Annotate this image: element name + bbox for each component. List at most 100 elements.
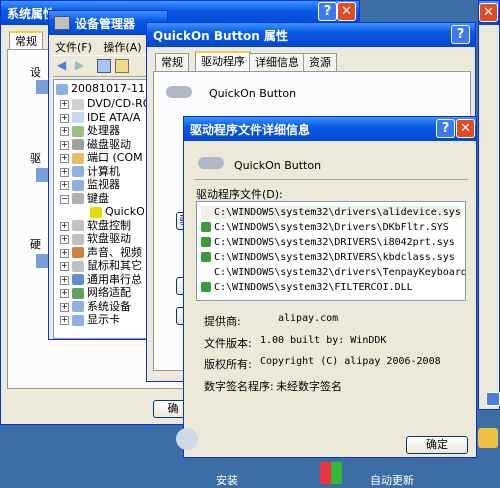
tree-item-label: IDE ATA/A <box>87 110 141 124</box>
forward-icon[interactable]: ▶ <box>75 58 84 72</box>
drivers-group-label: 驱 <box>30 152 41 165</box>
expand-icon[interactable]: + <box>60 302 69 312</box>
driver-files-list[interactable]: C:\WINDOWS\system32\drivers\alidevice.sy… <box>196 201 466 301</box>
back-icon[interactable]: ◀ <box>57 58 66 72</box>
expand-icon[interactable]: + <box>60 100 69 109</box>
device-category-icon <box>72 301 84 312</box>
driver-file-row[interactable]: C:\WINDOWS\system32\Drivers\DKbFltr.SYS <box>201 221 449 234</box>
device-category-icon <box>72 287 84 299</box>
user-accounts-icon[interactable] <box>478 428 498 448</box>
signed-check-icon <box>201 282 211 292</box>
expand-icon[interactable]: + <box>60 154 69 163</box>
tree-item[interactable]: + 通用串行总 <box>60 273 142 287</box>
driver-file-path: C:\WINDOWS\system32\FILTERCOI.DLL <box>214 282 413 293</box>
driver-file-path: C:\WINDOWS\system32\DRIVERS\kbdclass.sys <box>214 252 455 263</box>
expand-icon[interactable]: + <box>60 262 69 271</box>
driver-file-path: C:\WINDOWS\system32\drivers\TenpayKeyboa… <box>214 267 466 278</box>
collapse-icon[interactable]: − <box>60 194 69 204</box>
tree-item[interactable]: + 显示卡 <box>60 313 120 327</box>
expand-icon[interactable]: + <box>60 316 69 325</box>
signed-check-icon <box>201 237 211 247</box>
tab-details[interactable]: 详细信息 <box>249 53 305 71</box>
tree-item[interactable]: + 软盘驱动 <box>60 232 131 246</box>
device-category-icon <box>72 98 84 110</box>
tree-item-label: 磁盘驱动 <box>87 137 131 151</box>
driver-file-path: C:\WINDOWS\system32\drivers\alidevice.sy… <box>214 207 461 218</box>
tree-item-label: 端口 (COM <box>87 151 143 164</box>
properties-icon[interactable] <box>97 59 111 73</box>
view-icon[interactable] <box>115 59 129 73</box>
device-category-icon <box>72 152 84 164</box>
tree-item-label: DVD/CD-RO <box>87 97 152 110</box>
security-center-icon[interactable] <box>176 428 198 450</box>
tree-item[interactable]: + 系统设备 <box>60 299 131 314</box>
tree-item[interactable]: + 监视器 <box>60 178 120 192</box>
tree-item[interactable]: + DVD/CD-RO <box>60 97 152 111</box>
separator <box>194 179 468 180</box>
device-category-icon <box>72 233 84 245</box>
tree-root[interactable]: 20081017-115 <box>56 82 152 96</box>
close-icon[interactable]: ✕ <box>479 3 498 22</box>
expand-icon[interactable]: + <box>60 275 69 285</box>
expand-icon[interactable]: + <box>60 181 69 190</box>
tab-general[interactable]: 常规 <box>155 53 189 71</box>
driver-file-row[interactable]: C:\WINDOWS\system32\drivers\TenpayKeyboa… <box>201 266 466 279</box>
tree-item[interactable]: + 处理器 <box>60 124 120 138</box>
device-category-icon <box>72 314 84 326</box>
security-label[interactable]: 安装 <box>216 472 238 488</box>
expand-icon[interactable]: + <box>60 113 69 123</box>
windows-update-icon[interactable] <box>320 462 342 484</box>
copyright-label: 版权所有: <box>204 358 252 371</box>
system-help-icon[interactable]: ? <box>318 2 337 21</box>
tree-item[interactable]: + 端口 (COM <box>60 151 143 165</box>
driver-file-row[interactable]: C:\WINDOWS\system32\drivers\alidevice.sy… <box>201 206 461 219</box>
driver-file-path: C:\WINDOWS\system32\DRIVERS\i8042prt.sys <box>214 237 455 248</box>
device-category-icon <box>72 179 84 191</box>
tree-item[interactable]: + 声音、视频 <box>60 245 142 260</box>
tree-item[interactable]: + 软盘控制 <box>60 219 131 233</box>
expand-icon[interactable]: + <box>60 248 69 258</box>
scroll-down-icon[interactable] <box>486 392 500 406</box>
update-label[interactable]: 自动更新 <box>370 472 414 488</box>
quickon-properties-title: QuickOn Button 属性 <box>153 29 289 43</box>
tree-item-label: 软盘驱动 <box>87 232 131 245</box>
tree-item[interactable]: − 键盘 <box>60 192 109 206</box>
tree-item-label: 显示卡 <box>87 313 120 326</box>
tree-item[interactable]: + 网络适配 <box>60 286 131 300</box>
device-category-icon <box>72 166 84 177</box>
driver-file-row[interactable]: C:\WINDOWS\system32\FILTERCOI.DLL <box>201 281 413 294</box>
expand-icon[interactable]: + <box>60 167 69 177</box>
tree-item[interactable]: + 计算机 <box>60 165 120 179</box>
menu-file[interactable]: 文件(F) <box>55 41 92 54</box>
menu-action[interactable]: 操作(A) <box>103 41 141 54</box>
expand-icon[interactable]: + <box>60 127 69 136</box>
tree-item-quickon-button[interactable]: QuickO <box>90 205 145 219</box>
expand-icon[interactable]: + <box>60 140 69 150</box>
tree-item[interactable]: + IDE ATA/A <box>60 110 141 125</box>
expand-icon[interactable]: + <box>60 289 69 298</box>
tab-resources[interactable]: 资源 <box>303 53 337 71</box>
tree-item-label: 监视器 <box>87 178 120 191</box>
driver-file-row[interactable]: C:\WINDOWS\system32\DRIVERS\i8042prt.sys <box>201 236 455 249</box>
provider-label: 提供商: <box>204 315 241 328</box>
close-icon[interactable]: ✕ <box>456 119 475 138</box>
tree-item-label: 系统设备 <box>87 299 131 313</box>
tree-item[interactable]: + 鼠标和其它 <box>60 259 142 273</box>
expand-icon[interactable]: + <box>60 235 69 244</box>
tab-general[interactable]: 常规 <box>9 31 43 51</box>
help-icon[interactable]: ? <box>436 119 455 138</box>
version-label: 文件版本: <box>204 337 252 350</box>
files-label: 驱动程序文件(D): <box>196 188 283 201</box>
ok-button[interactable]: 确定 <box>406 436 468 454</box>
tab-driver[interactable]: 驱动程序 <box>195 51 251 71</box>
hardware-profiles-group-label: 硬 <box>30 238 41 251</box>
help-icon[interactable]: ? <box>451 25 470 44</box>
tree-item[interactable]: + 磁盘驱动 <box>60 137 131 152</box>
device-category-icon <box>72 247 84 258</box>
driver-file-row[interactable]: C:\WINDOWS\system32\DRIVERS\kbdclass.sys <box>201 251 455 264</box>
tree-item-label: QuickO <box>105 205 145 218</box>
system-close-icon[interactable]: ✕ <box>337 2 356 21</box>
tree-item-label: 处理器 <box>87 124 120 137</box>
expand-icon[interactable]: + <box>60 221 69 231</box>
tree-item-label: 声音、视频 <box>87 245 142 259</box>
